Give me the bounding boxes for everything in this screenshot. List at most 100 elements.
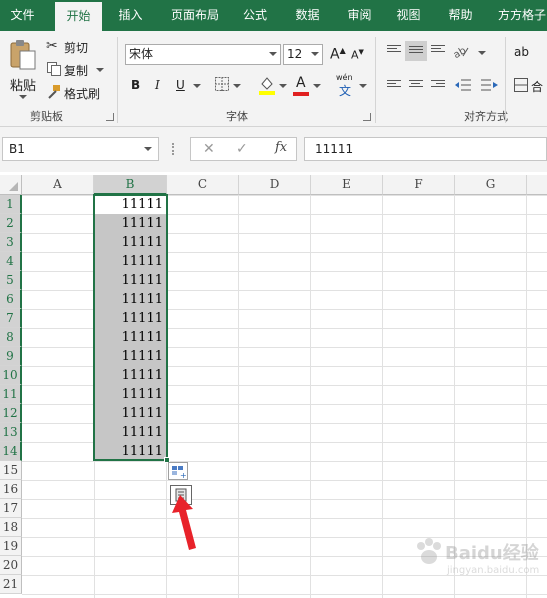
copy-dropdown-icon — [96, 68, 104, 72]
column-header-b[interactable]: B — [94, 175, 167, 195]
select-all-corner[interactable] — [0, 175, 22, 195]
orientation-icon[interactable]: ab — [453, 44, 469, 58]
font-launcher-icon[interactable] — [363, 113, 371, 121]
column-header-c[interactable]: C — [167, 175, 239, 195]
tab-home[interactable]: 开始 — [55, 2, 102, 31]
formula-input[interactable]: 11111 — [304, 137, 547, 161]
formula-bar-grip[interactable] — [172, 143, 174, 155]
row-header[interactable]: 10 — [0, 366, 22, 385]
row-header[interactable]: 14 — [0, 442, 22, 461]
underline-dropdown-icon[interactable] — [193, 84, 201, 88]
row-header[interactable]: 7 — [0, 309, 22, 328]
align-center-icon[interactable] — [409, 80, 423, 92]
tab-insert[interactable]: 插入 — [108, 0, 153, 31]
cell[interactable]: 11111 — [94, 385, 167, 404]
row-header[interactable]: 15 — [0, 461, 22, 480]
row-header[interactable]: 19 — [0, 537, 22, 556]
insert-function-icon[interactable]: fx — [275, 140, 287, 155]
column-header-a[interactable]: A — [22, 175, 94, 195]
tab-review[interactable]: 审阅 — [337, 0, 382, 31]
fill-color-dropdown-icon[interactable] — [279, 84, 287, 88]
cell[interactable]: 11111 — [94, 328, 167, 347]
cell[interactable]: 11111 — [94, 442, 167, 461]
row-header[interactable]: 8 — [0, 328, 22, 347]
tab-file[interactable]: 文件 — [0, 0, 45, 31]
column-header-f[interactable]: F — [383, 175, 455, 195]
cell[interactable]: 11111 — [94, 404, 167, 423]
row-header[interactable]: 17 — [0, 499, 22, 518]
cut-button[interactable]: ✂ 剪切 — [46, 37, 106, 55]
format-painter-button[interactable]: 格式刷 — [46, 83, 106, 101]
row-header[interactable]: 6 — [0, 290, 22, 309]
cell[interactable]: 11111 — [94, 423, 167, 442]
cell[interactable]: 11111 — [94, 271, 167, 290]
cell[interactable]: 11111 — [94, 290, 167, 309]
name-box[interactable]: B1 — [2, 137, 159, 161]
font-color-dropdown-icon[interactable] — [313, 84, 321, 88]
row-header[interactable]: 11 — [0, 385, 22, 404]
merge-center-label[interactable]: 合 — [531, 78, 543, 95]
align-left-icon[interactable] — [387, 80, 401, 92]
row-header[interactable]: 2 — [0, 214, 22, 233]
align-bottom-icon[interactable] — [431, 45, 445, 57]
bold-button[interactable]: B — [131, 78, 140, 92]
font-color-button[interactable]: A — [293, 75, 309, 97]
cell[interactable]: 11111 — [94, 214, 167, 233]
merge-icon[interactable] — [514, 78, 528, 92]
tab-data[interactable]: 数据 — [285, 0, 330, 31]
row-header[interactable]: 12 — [0, 404, 22, 423]
row-header[interactable]: 3 — [0, 233, 22, 252]
orientation-dropdown-icon[interactable] — [478, 51, 486, 55]
underline-button[interactable]: U — [176, 78, 185, 92]
column-header-partial[interactable] — [527, 175, 547, 195]
align-right-icon[interactable] — [431, 80, 445, 92]
row-header[interactable]: 18 — [0, 518, 22, 537]
font-name-select[interactable]: 宋体 — [125, 44, 281, 65]
row-header[interactable]: 13 — [0, 423, 22, 442]
border-dropdown-icon[interactable] — [233, 84, 241, 88]
cell[interactable]: 11111 — [94, 252, 167, 271]
baidu-watermark: Baidu经验 jingyan.baidu.com — [413, 535, 545, 581]
tab-page-layout[interactable]: 页面布局 — [162, 0, 228, 31]
font-name-dropdown-icon — [269, 52, 277, 56]
copy-button[interactable]: 复制 — [46, 60, 116, 78]
fill-color-icon[interactable] — [258, 75, 276, 95]
clipboard-launcher-icon[interactable] — [106, 113, 114, 121]
confirm-entry-icon[interactable]: ✓ — [236, 141, 248, 157]
quick-analysis-button[interactable]: + — [168, 462, 188, 480]
tab-fangfang[interactable]: 方方格子 — [490, 0, 547, 31]
font-size-select[interactable]: 12 — [283, 44, 323, 65]
row-header[interactable]: 16 — [0, 480, 22, 499]
cell[interactable]: 11111 — [94, 233, 167, 252]
align-middle-button[interactable] — [405, 41, 427, 61]
paste-button[interactable]: 粘贴 — [6, 37, 40, 103]
tab-view[interactable]: 视图 — [386, 0, 431, 31]
align-top-icon[interactable] — [387, 45, 401, 57]
tab-formulas[interactable]: 公式 — [235, 0, 275, 31]
decrease-indent-icon[interactable] — [455, 78, 471, 92]
row-header[interactable]: 1 — [0, 195, 22, 214]
phonetic-dropdown-icon[interactable] — [359, 84, 367, 88]
column-header-d[interactable]: D — [239, 175, 311, 195]
column-header-e[interactable]: E — [311, 175, 383, 195]
phonetic-button[interactable]: wén 文 — [336, 73, 358, 98]
italic-button[interactable]: I — [155, 78, 160, 92]
cell-b1-active[interactable]: 11111 — [94, 195, 167, 214]
row-header[interactable]: 9 — [0, 347, 22, 366]
cell[interactable]: 11111 — [94, 366, 167, 385]
cell[interactable]: 11111 — [94, 309, 167, 328]
border-icon[interactable] — [215, 77, 229, 91]
row-header[interactable]: 21 — [0, 575, 22, 594]
tab-help[interactable]: 帮助 — [438, 0, 483, 31]
paste-label: 粘贴 — [10, 79, 37, 94]
row-header[interactable]: 5 — [0, 271, 22, 290]
column-header-g[interactable]: G — [455, 175, 527, 195]
cancel-entry-icon[interactable]: ✕ — [203, 141, 215, 157]
row-header[interactable]: 20 — [0, 556, 22, 575]
wrap-text-button[interactable]: ab — [514, 45, 529, 59]
increase-indent-icon[interactable] — [481, 78, 499, 92]
grow-font-button[interactable]: A▲ — [330, 46, 346, 63]
cell[interactable]: 11111 — [94, 347, 167, 366]
shrink-font-button[interactable]: A▼ — [351, 48, 364, 62]
row-header[interactable]: 4 — [0, 252, 22, 271]
